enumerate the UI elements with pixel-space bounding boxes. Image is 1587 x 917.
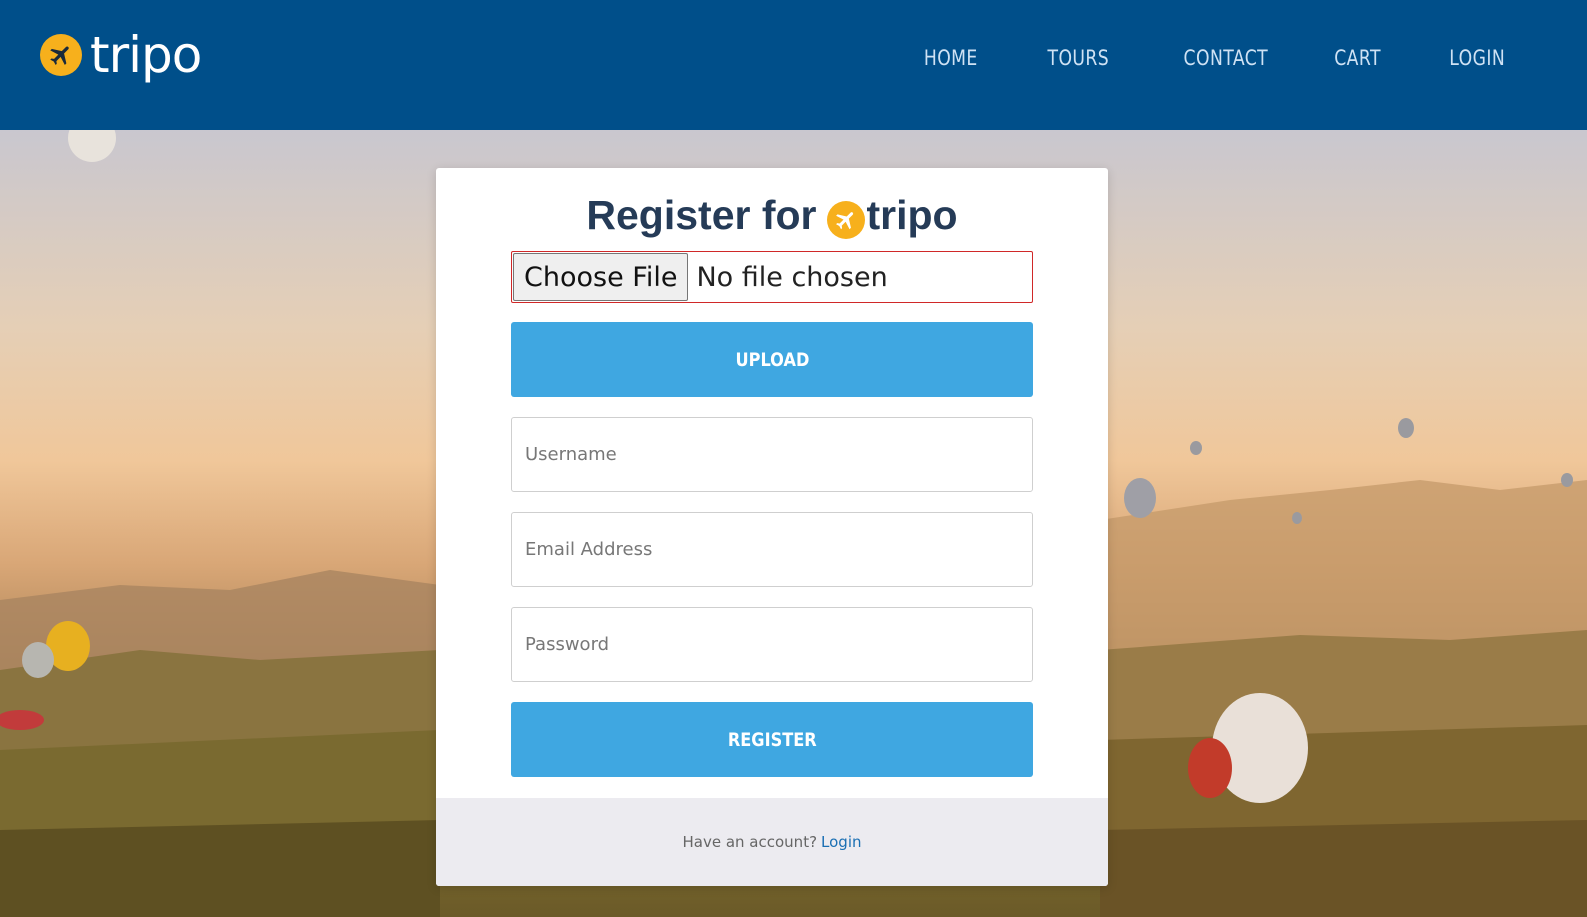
nav-login[interactable]: LOGIN (1449, 46, 1505, 70)
register-card: Register for tripo Choose File No file c… (436, 168, 1108, 886)
register-button-label: REGISTER (727, 728, 817, 751)
card-footer: Have an account? Login (436, 798, 1108, 886)
top-navbar: tripo HOME TOURS CONTACT CART LOGIN (0, 0, 1587, 130)
email-input[interactable] (511, 512, 1033, 587)
password-input[interactable] (511, 607, 1033, 682)
upload-button-label: UPLOAD (735, 348, 809, 371)
username-input[interactable] (511, 417, 1033, 492)
nav-home[interactable]: HOME (924, 46, 978, 70)
airplane-icon (40, 34, 82, 76)
choose-file-button[interactable]: Choose File (513, 253, 689, 301)
airplane-icon (826, 200, 865, 239)
register-button[interactable]: REGISTER (511, 702, 1033, 777)
nav-contact[interactable]: CONTACT (1183, 46, 1268, 70)
main-nav: HOME TOURS CONTACT CART LOGIN (856, 46, 1505, 70)
nav-tours[interactable]: TOURS (1047, 46, 1109, 70)
logo-text: tripo (90, 26, 202, 84)
file-status-text: No file chosen (696, 261, 888, 293)
site-logo[interactable]: tripo (40, 26, 202, 84)
register-title: Register for tripo (436, 192, 1108, 239)
register-title-prefix: Register for (586, 192, 817, 238)
have-account-text: Have an account? (682, 833, 818, 851)
login-link[interactable]: Login (821, 833, 861, 851)
register-title-brand: tripo (866, 192, 958, 238)
nav-cart[interactable]: CART (1334, 46, 1381, 70)
upload-button[interactable]: UPLOAD (511, 322, 1033, 397)
avatar-file-input[interactable]: Choose File No file chosen (511, 251, 1033, 303)
